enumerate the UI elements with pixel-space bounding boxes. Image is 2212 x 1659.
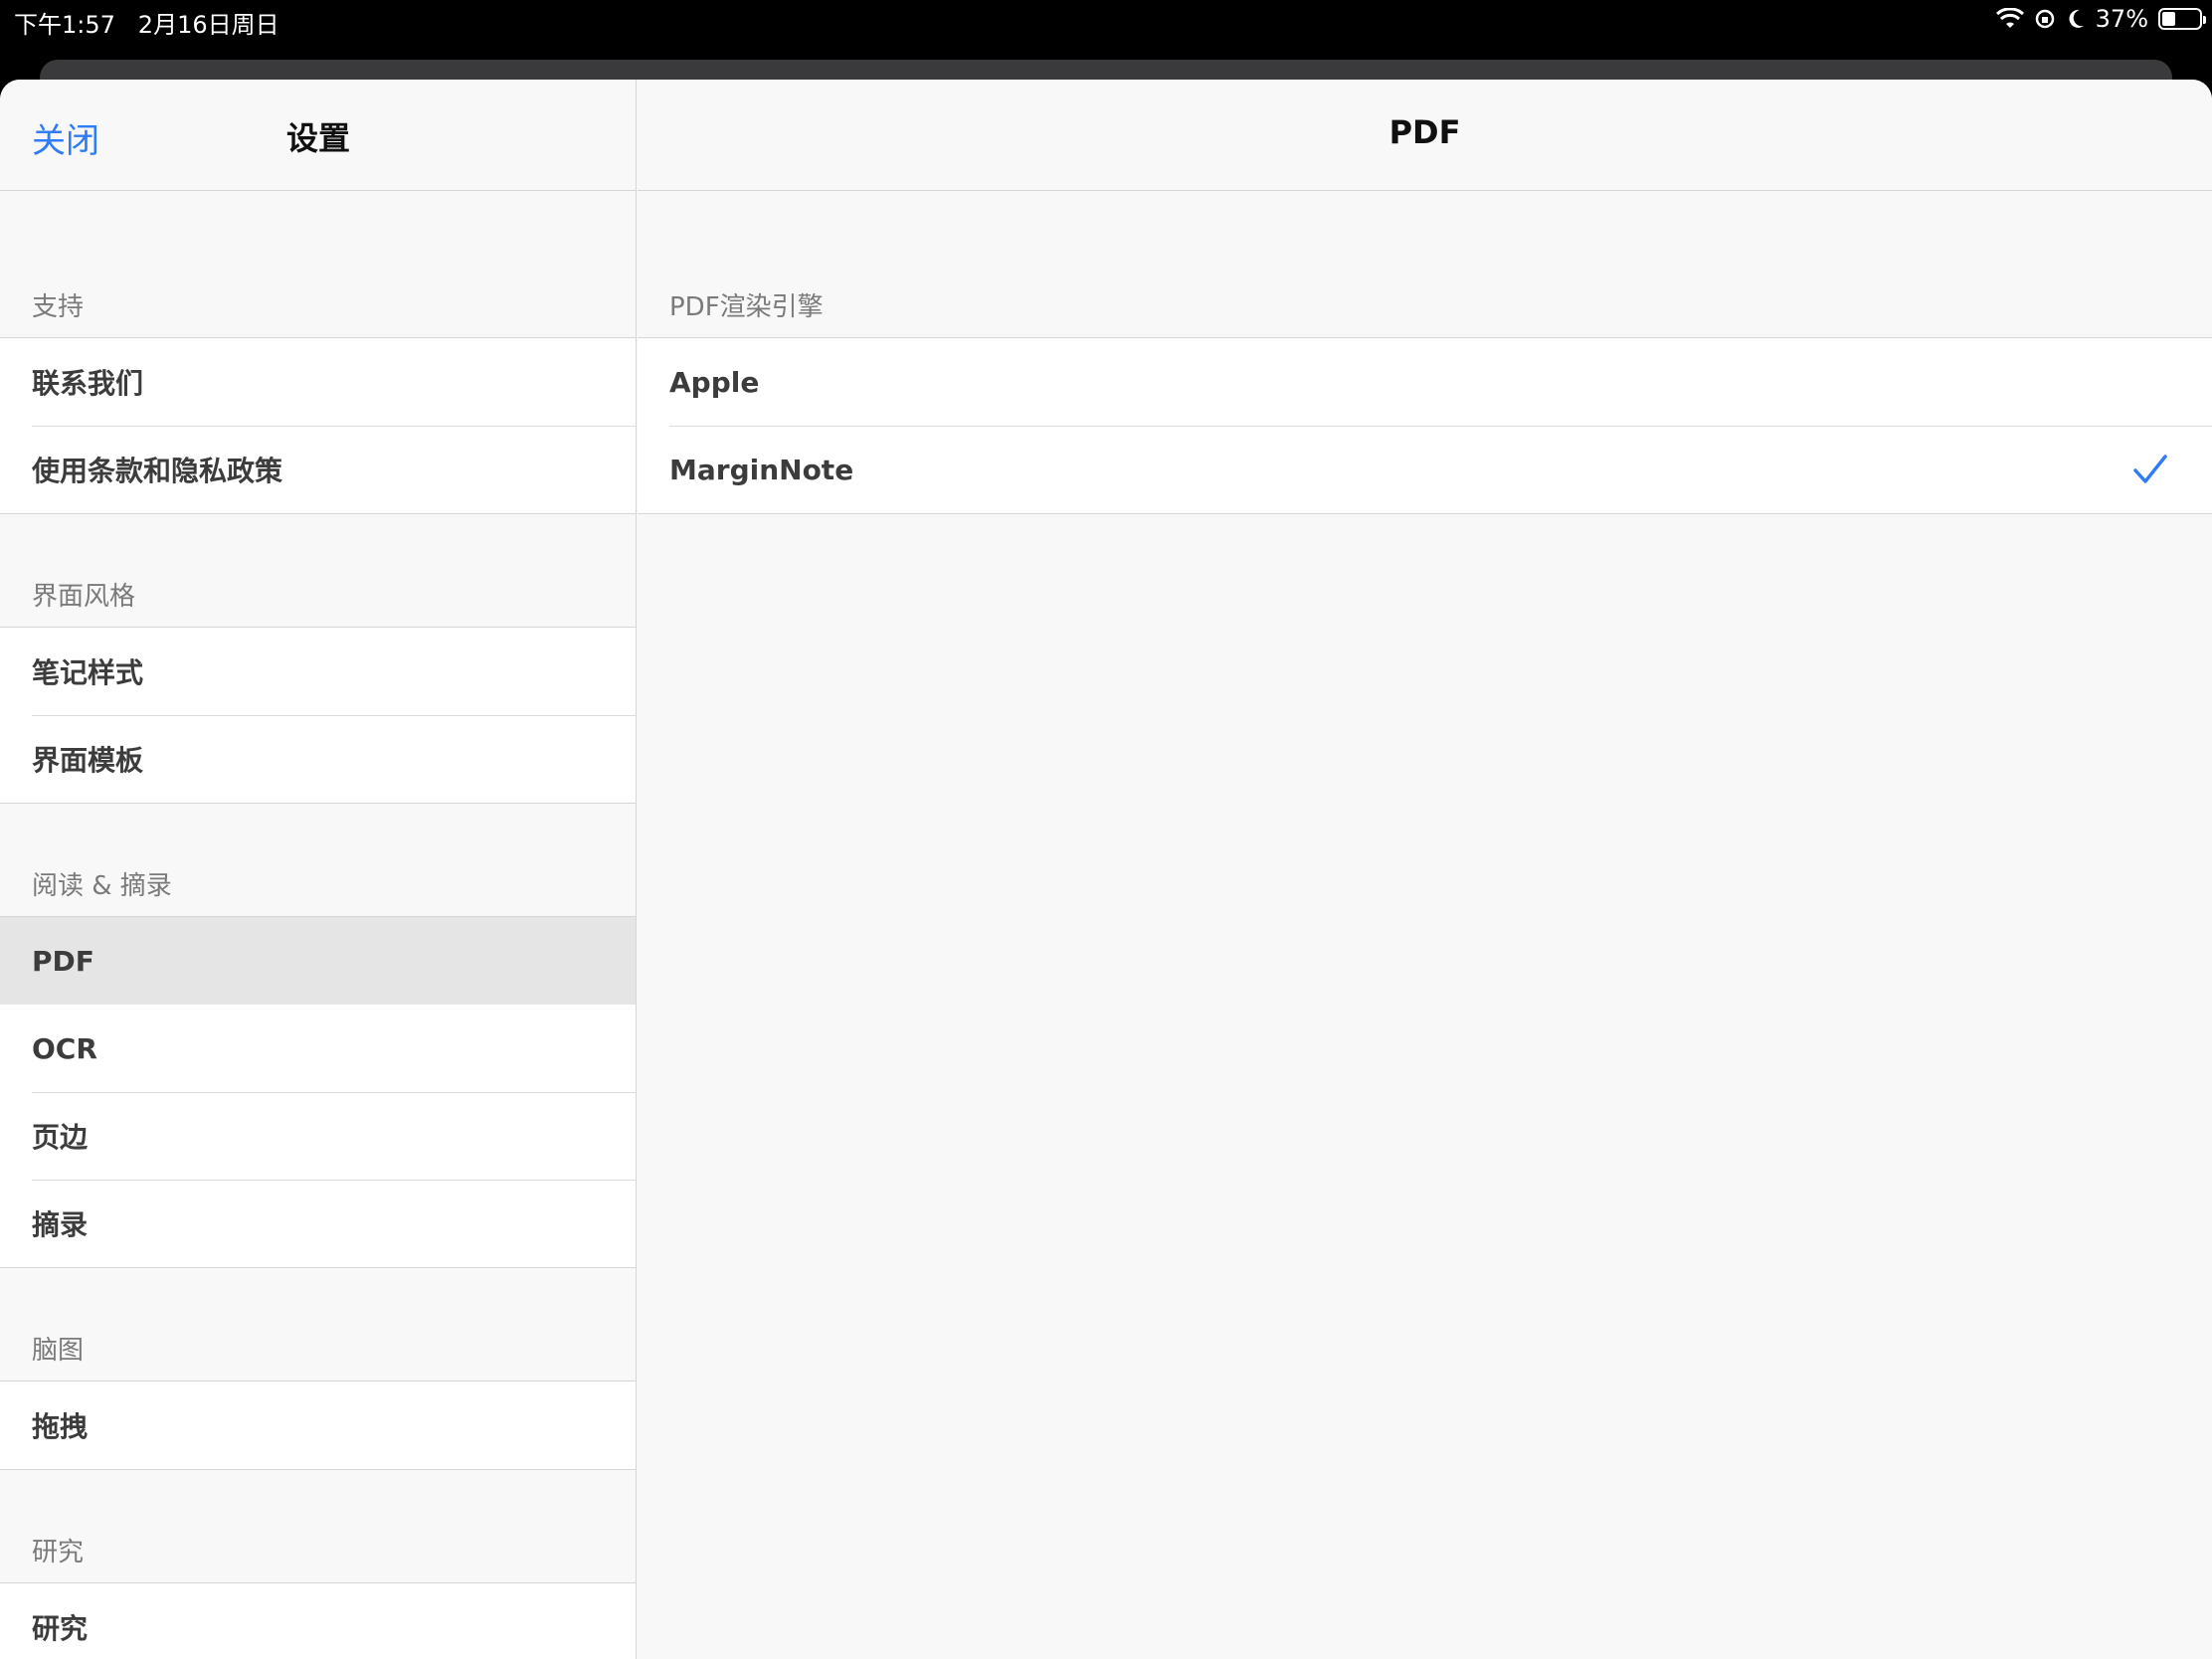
sidebar-item-label: 联系我们 <box>32 367 144 400</box>
sidebar-item[interactable]: 页边 <box>0 1092 636 1180</box>
settings-list: 支持联系我们使用条款和隐私政策界面风格笔记样式界面模板阅读 & 摘录 PDF OCR… <box>0 271 636 1659</box>
sidebar-item[interactable]: OCR <box>0 1005 636 1092</box>
sidebar-item-label: 界面模板 <box>32 744 144 777</box>
pdf-detail-pane: PDF PDF渲染引擎 Apple MarginNote <box>638 80 2212 1659</box>
section-header: 脑图 <box>0 1314 636 1382</box>
top-spacer <box>0 191 636 271</box>
sidebar-item-label: 笔记样式 <box>32 656 144 689</box>
status-datetime: 下午1:57 2月16日周日 <box>14 5 279 40</box>
settings-modal: 关闭 设置 支持联系我们使用条款和隐私政策界面风格笔记样式界面模板阅读 & 摘录… <box>0 80 2212 1659</box>
sidebar-item-label: 拖拽 <box>32 1410 89 1443</box>
sidebar-item[interactable]: 笔记样式 <box>0 628 636 715</box>
section-group: 拖拽 <box>0 1382 636 1470</box>
detail-title: PDF <box>1388 113 1461 151</box>
sidebar-item[interactable]: 摘录 <box>0 1180 636 1267</box>
page-title: 设置 <box>285 119 350 157</box>
status-indicators: 37% <box>1995 5 2206 33</box>
sidebar-item[interactable]: 研究 <box>0 1583 636 1659</box>
sidebar-item-label: 使用条款和隐私政策 <box>32 455 283 487</box>
render-engine-option[interactable]: MarginNote <box>638 426 2212 513</box>
sidebar-item[interactable]: 联系我们 <box>0 338 636 426</box>
status-date: 2月16日周日 <box>137 11 279 39</box>
sidebar-item-label: 研究 <box>32 1612 89 1645</box>
section-header: 阅读 & 摘录 <box>0 849 636 917</box>
sidebar-item[interactable]: 拖拽 <box>0 1382 636 1469</box>
render-engine-options: Apple MarginNote <box>638 338 2212 514</box>
sidebar-item-label: 摘录 <box>32 1208 89 1241</box>
orientation-lock-icon <box>2035 9 2054 29</box>
section-header-render-engine: PDF渲染引擎 <box>638 271 2212 338</box>
section-group: 联系我们使用条款和隐私政策 <box>0 338 636 514</box>
sidebar-item[interactable]: PDF <box>0 917 636 1005</box>
battery-fill <box>2162 12 2176 26</box>
status-bar: 下午1:57 2月16日周日 37% <box>0 0 2212 40</box>
section-header: 支持 <box>0 271 636 338</box>
section-header: 界面风格 <box>0 560 636 628</box>
battery-icon <box>2158 8 2206 30</box>
battery-percentage: 37% <box>2095 5 2148 33</box>
detail-nav-bar: PDF <box>638 80 2212 191</box>
sidebar-item[interactable]: 使用条款和隐私政策 <box>0 426 636 513</box>
checkmark-icon <box>2133 455 2167 483</box>
section-group: 研究 <box>0 1583 636 1659</box>
sidebar-item-label: OCR <box>32 1031 97 1065</box>
option-label: Apple <box>669 365 760 399</box>
sidebar-item-label: 页边 <box>32 1121 89 1154</box>
section-header: 研究 <box>0 1516 636 1583</box>
option-label: MarginNote <box>669 453 854 486</box>
section-group: 笔记样式 界面模板 <box>0 628 636 804</box>
master-nav-bar: 关闭 设置 <box>0 80 636 191</box>
status-time: 下午1:57 <box>14 11 115 39</box>
sidebar-item-label: PDF <box>32 944 94 978</box>
settings-master-pane: 关闭 设置 支持联系我们使用条款和隐私政策界面风格笔记样式界面模板阅读 & 摘录… <box>0 80 637 1659</box>
wifi-icon <box>1995 8 2024 28</box>
render-engine-option[interactable]: Apple <box>638 338 2212 426</box>
sidebar-item[interactable]: 界面模板 <box>0 715 636 803</box>
section-group: PDF OCR 页边摘录 <box>0 917 636 1268</box>
moon-icon <box>2069 9 2084 28</box>
top-spacer <box>638 191 2212 271</box>
